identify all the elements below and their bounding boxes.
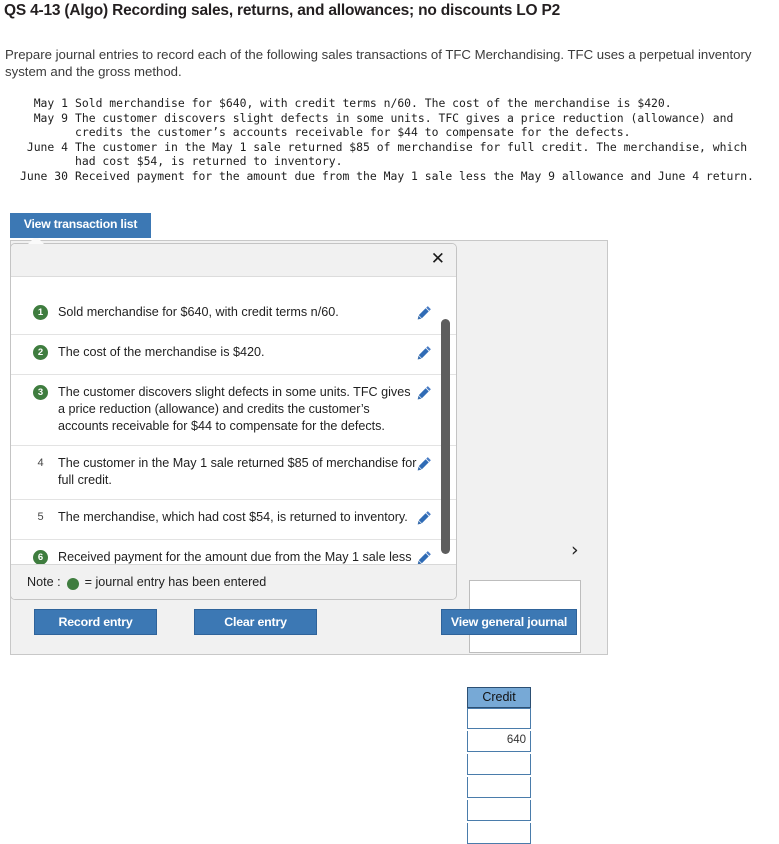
credit-cell[interactable]	[467, 800, 531, 821]
entry-status-badge: 3	[33, 385, 48, 400]
transaction-row: June 4 The customer in the May 1 sale re…	[6, 140, 766, 169]
entry-status-badge: 6	[33, 550, 48, 565]
credit-cell[interactable]	[467, 777, 531, 798]
transaction-row: May 9 The customer discovers slight defe…	[6, 111, 766, 140]
list-scrollbar-track[interactable]	[441, 277, 453, 599]
entered-indicator-icon	[66, 578, 79, 590]
credit-cell[interactable]	[467, 754, 531, 775]
transaction-row: June 30 Received payment for the amount …	[6, 169, 766, 184]
transaction-date: June 30	[19, 168, 68, 183]
credit-column: Credit 640	[467, 687, 531, 844]
note-prefix-label: Note :	[27, 575, 61, 589]
transaction-description: The customer in the May 1 sale returned …	[75, 139, 748, 169]
edit-pencil-icon[interactable]	[417, 345, 432, 360]
credit-cell[interactable]	[467, 823, 531, 844]
credit-column-header: Credit	[467, 687, 531, 708]
transaction-date: May 9	[33, 110, 68, 125]
list-item-label: Sold merchandise for $640, with credit t…	[58, 305, 339, 319]
transaction-list-popover: ✕ 1 Sold merchandise for $640, with cred…	[10, 243, 457, 600]
popover-header: ✕	[11, 244, 456, 277]
entry-status-badge: 5	[37, 511, 44, 523]
close-icon[interactable]: ✕	[431, 249, 445, 269]
transaction-description: Received payment for the amount due from…	[75, 168, 754, 183]
page-title: QS 4-13 (Algo) Recording sales, returns,…	[4, 2, 561, 19]
list-item[interactable]: 1 Sold merchandise for $640, with credit…	[11, 295, 456, 334]
entry-status-badge: 4	[37, 457, 44, 469]
transaction-dates-table: May 1 Sold merchandise for $640, with cr…	[6, 96, 766, 184]
transaction-row: May 1 Sold merchandise for $640, with cr…	[6, 96, 766, 111]
clear-entry-button[interactable]: Clear entry	[194, 609, 317, 635]
view-general-journal-button[interactable]: View general journal	[441, 609, 577, 635]
view-transaction-list-button[interactable]: View transaction list	[10, 213, 151, 238]
list-item-label: The cost of the merchandise is $420.	[58, 345, 265, 359]
record-entry-button[interactable]: Record entry	[34, 609, 157, 635]
list-scrollbar-thumb[interactable]	[441, 319, 450, 554]
credit-cell[interactable]	[467, 708, 531, 729]
transaction-list-scroll-area: 1 Sold merchandise for $640, with credit…	[11, 277, 456, 599]
chevron-right-icon[interactable]: ›	[571, 541, 579, 560]
legend-note: Note : = journal entry has been entered	[11, 564, 456, 599]
list-item[interactable]: 4 The customer in the May 1 sale returne…	[11, 445, 456, 499]
edit-pencil-icon[interactable]	[417, 456, 432, 471]
edit-pencil-icon[interactable]	[417, 385, 432, 400]
list-item-label: The customer in the May 1 sale returned …	[58, 456, 417, 487]
transaction-description: The customer discovers slight defects in…	[75, 110, 734, 140]
entry-status-badge: 2	[33, 345, 48, 360]
list-item-label: The customer discovers slight defects in…	[58, 385, 411, 433]
entry-status-badge: 1	[33, 305, 48, 320]
transaction-description: Sold merchandise for $640, with credit t…	[75, 96, 672, 110]
list-item[interactable]: 3 The customer discovers slight defects …	[11, 374, 456, 445]
credit-cell[interactable]: 640	[467, 731, 531, 752]
edit-pencil-icon[interactable]	[417, 550, 432, 565]
list-item-label: The merchandise, which had cost $54, is …	[58, 510, 408, 524]
problem-statement: Prepare journal entries to record each o…	[5, 47, 752, 79]
transaction-date: June 4	[26, 139, 68, 154]
note-suffix-label: = journal entry has been entered	[84, 575, 267, 589]
list-item[interactable]: 5 The merchandise, which had cost $54, i…	[11, 499, 456, 539]
edit-pencil-icon[interactable]	[417, 305, 432, 320]
transaction-dates-body: May 1 Sold merchandise for $640, with cr…	[6, 96, 766, 184]
list-item[interactable]: 2 The cost of the merchandise is $420.	[11, 334, 456, 374]
transaction-date: May 1	[33, 96, 68, 110]
edit-pencil-icon[interactable]	[417, 510, 432, 525]
list-top-spacer	[11, 277, 456, 295]
